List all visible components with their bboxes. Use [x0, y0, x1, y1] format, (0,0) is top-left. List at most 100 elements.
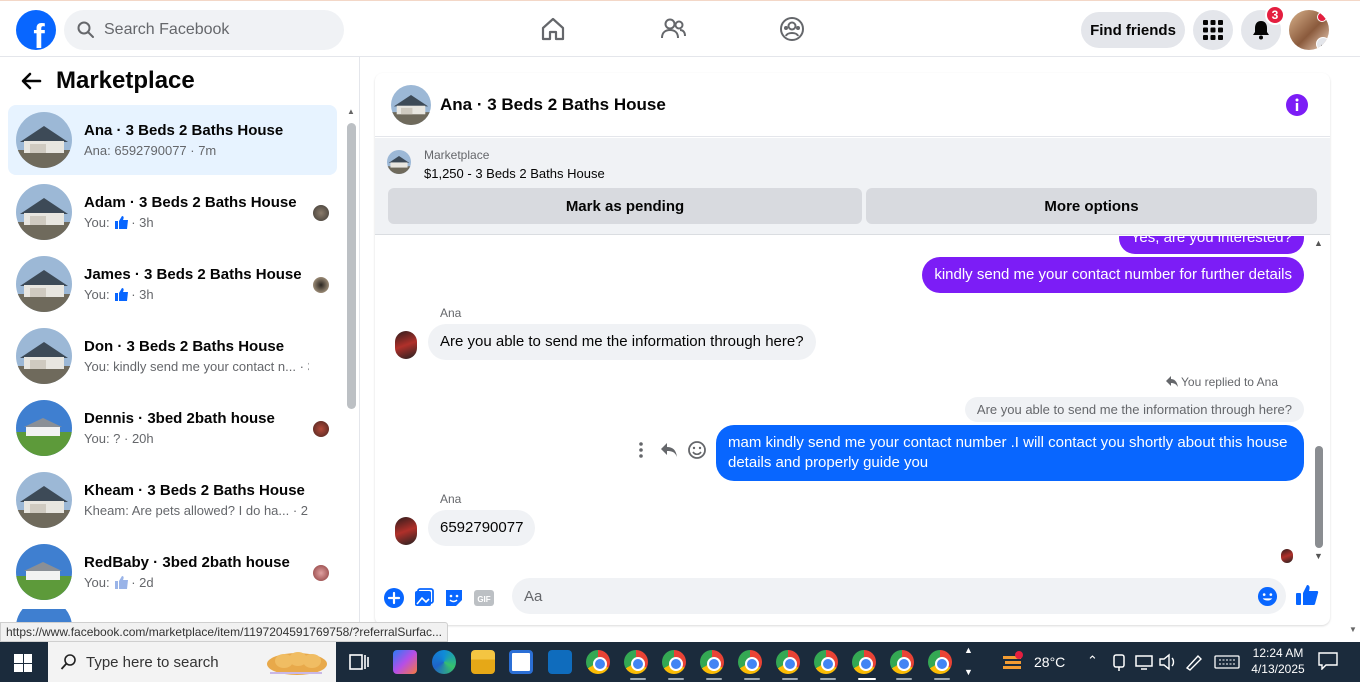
- thumbs-up-icon: [115, 216, 129, 229]
- chrome-icon[interactable]: [586, 650, 610, 674]
- bread-decoration-icon: [267, 652, 327, 675]
- status-dot: [1317, 12, 1327, 22]
- thread-item-james[interactable]: James · 3 Beds 2 Baths House You: · 3h: [8, 249, 337, 319]
- running-indicator: [744, 678, 760, 680]
- edge-icon[interactable]: [432, 650, 456, 674]
- chrome-profile-icon[interactable]: [662, 650, 686, 674]
- sidebar-scrollbar[interactable]: [347, 123, 356, 409]
- taskbar-search[interactable]: Type here to search: [48, 642, 336, 682]
- display-icon[interactable]: [1134, 653, 1154, 671]
- notification-center-icon[interactable]: [1318, 652, 1338, 670]
- message-input[interactable]: [512, 578, 1286, 614]
- sender-avatar[interactable]: [395, 331, 417, 359]
- friends-icon[interactable]: [659, 15, 687, 43]
- clock-date: 4/13/2025: [1251, 662, 1305, 676]
- thread-item-redbaby[interactable]: RedBaby · 3bed 2bath house You: · 2d: [8, 537, 337, 607]
- temperature[interactable]: 28°C: [1034, 654, 1065, 670]
- thread-preview: You: · 3h: [84, 287, 154, 302]
- thread-item-don[interactable]: Don · 3 Beds 2 Baths House You: kindly se…: [8, 321, 337, 391]
- network-adapter-icon[interactable]: [1111, 653, 1127, 671]
- find-friends-button[interactable]: Find friends: [1081, 12, 1185, 48]
- message-incoming[interactable]: Are you able to send me the information …: [428, 324, 816, 360]
- message-scrollbar[interactable]: [1315, 446, 1323, 548]
- page-scrollbar[interactable]: ▼: [1346, 57, 1360, 642]
- more-options-button[interactable]: More options: [866, 188, 1317, 224]
- mark-as-pending-button[interactable]: Mark as pending: [388, 188, 862, 224]
- scroll-down-arrow[interactable]: ▼: [1314, 551, 1323, 561]
- message-incoming[interactable]: 6592790077: [428, 510, 536, 546]
- notifications-button[interactable]: 3: [1241, 5, 1285, 50]
- grid-menu-icon: [1203, 20, 1223, 40]
- sender-name: Ana: [440, 306, 462, 320]
- chrome-profile-icon[interactable]: [928, 650, 952, 674]
- store-icon[interactable]: [509, 650, 533, 674]
- task-view-icon[interactable]: [348, 651, 370, 673]
- menu-button[interactable]: [1193, 10, 1233, 50]
- clock-time: 12:24 AM: [1252, 646, 1304, 660]
- thread-title: Don · 3 Beds 2 Baths House: [84, 338, 285, 355]
- back-arrow-icon[interactable]: [20, 70, 42, 92]
- listing-price[interactable]: $1,250 - 3 Beds 2 Baths House: [424, 166, 605, 181]
- facebook-logo[interactable]: f: [16, 10, 56, 50]
- chrome-profile-icon[interactable]: [624, 650, 648, 674]
- file-explorer-icon[interactable]: [471, 650, 495, 674]
- chat-panel: Ana · 3 Beds 2 Baths House Marketplace $…: [375, 73, 1330, 625]
- emoji-icon[interactable]: [1257, 586, 1278, 607]
- info-icon[interactable]: [1286, 94, 1308, 116]
- top-bar: f Find friends 3 ⌄: [0, 0, 1360, 57]
- chat-title[interactable]: Ana · 3 Beds 2 Baths House: [440, 95, 666, 115]
- chrome-profile-icon[interactable]: [738, 650, 762, 674]
- chrome-profile-icon[interactable]: [814, 650, 838, 674]
- gif-icon[interactable]: GIF: [473, 587, 495, 609]
- chrome-profile-icon[interactable]: [890, 650, 914, 674]
- keyboard-icon[interactable]: [1214, 653, 1240, 671]
- profile-avatar[interactable]: ⌄: [1289, 10, 1329, 50]
- volume-icon[interactable]: [1158, 653, 1178, 671]
- chrome-profile-icon[interactable]: [776, 650, 800, 674]
- thread-item-adam[interactable]: Adam · 3 Beds 2 Baths House You: · 3h: [8, 177, 337, 247]
- more-vertical-icon[interactable]: [631, 440, 651, 460]
- tray-chevron-icon[interactable]: ⌃: [1087, 653, 1098, 669]
- outlook-icon[interactable]: [548, 650, 572, 674]
- pen-icon[interactable]: [1184, 653, 1204, 671]
- taskbar-overflow-up-icon[interactable]: ▲: [964, 645, 973, 655]
- chrome-profile-icon-active[interactable]: [852, 650, 876, 674]
- windows-taskbar: Type here to search ▲ ▼ 28°C ⌃ 12:24 AM 4…: [0, 642, 1360, 682]
- home-icon[interactable]: [539, 15, 567, 43]
- message-outgoing[interactable]: kindly send me your contact number for f…: [922, 257, 1304, 293]
- thumbs-up-icon: [115, 576, 129, 589]
- thread-title: Kheam · 3 Beds 2 Baths House: [84, 482, 305, 499]
- taskbar-overflow-down-icon[interactable]: ▼: [964, 667, 973, 677]
- scroll-up-arrow[interactable]: ▲: [1314, 238, 1323, 248]
- sender-avatar[interactable]: [395, 517, 417, 545]
- chrome-profile-icon[interactable]: [700, 650, 724, 674]
- reply-icon[interactable]: [659, 440, 679, 460]
- photo-icon[interactable]: [413, 587, 435, 609]
- scroll-up-arrow[interactable]: ▲: [347, 107, 355, 116]
- thread-item-dennis[interactable]: Dennis · 3bed 2bath house You: ? · 20h: [8, 393, 337, 463]
- thumbs-up-icon[interactable]: [1295, 583, 1319, 607]
- listing-bar: Marketplace $1,250 - 3 Beds 2 Baths Hous…: [375, 138, 1330, 235]
- chat-header: Ana · 3 Beds 2 Baths House: [375, 73, 1330, 137]
- chat-listing-thumbnail[interactable]: [391, 84, 431, 125]
- listing-mini-thumbnail[interactable]: [387, 150, 411, 174]
- system-clock[interactable]: 12:24 AM 4/13/2025: [1248, 645, 1308, 677]
- thread-item-ana[interactable]: Ana · 3 Beds 2 Baths House Ana: 659279007…: [8, 105, 337, 175]
- listing-thumbnail: [16, 112, 72, 168]
- scroll-down-arrow[interactable]: ▼: [1349, 625, 1357, 634]
- search-input[interactable]: [104, 21, 324, 39]
- quoted-message[interactable]: Are you able to send me the information …: [964, 397, 1304, 422]
- thread-item-kheam[interactable]: Kheam · 3 Beds 2 Baths House Kheam: Are p…: [8, 465, 337, 535]
- plus-circle-icon[interactable]: [383, 587, 405, 609]
- sidebar-title: Marketplace: [56, 67, 195, 94]
- message-list: Yes, are you interested? kindly send me …: [375, 236, 1330, 571]
- emoji-reaction-icon[interactable]: [687, 440, 707, 460]
- sticker-icon[interactable]: [443, 587, 465, 609]
- weather-icon[interactable]: [1002, 651, 1024, 673]
- copilot-icon[interactable]: [393, 650, 417, 674]
- message-outgoing-reply[interactable]: mam kindly send me your contact number .…: [716, 425, 1304, 481]
- search-box[interactable]: [64, 10, 344, 50]
- message-outgoing[interactable]: Yes, are you interested?: [1118, 236, 1304, 254]
- groups-icon[interactable]: [778, 15, 806, 43]
- windows-start-icon[interactable]: [14, 654, 32, 672]
